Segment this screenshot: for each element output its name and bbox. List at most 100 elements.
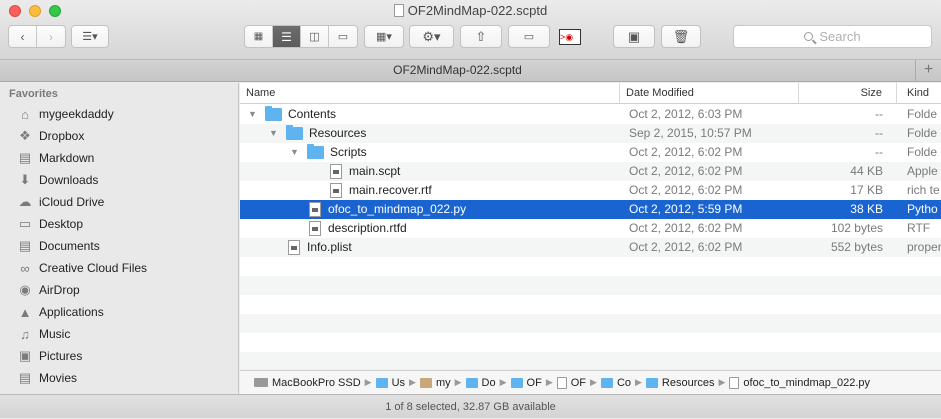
sidebar-item[interactable]: ⌂ mygeekdaddy	[0, 103, 238, 125]
sidebar-item[interactable]: ▲ Applications	[0, 301, 238, 323]
documents-icon: ▤	[18, 238, 32, 253]
sidebar-item[interactable]: ▣ Pictures	[0, 345, 238, 367]
path-item[interactable]: Co	[600, 377, 631, 389]
chevron-right-icon: ▶	[499, 377, 507, 387]
chevron-right-icon: ›	[49, 29, 53, 44]
columns-icon: ◫	[309, 31, 320, 43]
arrange-button[interactable]: ▦▾	[364, 25, 404, 48]
file-name: ofoc_to_mindmap_022.py	[328, 202, 467, 216]
file-row[interactable]: ▼ Scripts Oct 2, 2012, 6:02 PM -- Folde	[240, 143, 941, 162]
new-tab-button[interactable]: +	[915, 60, 941, 81]
disclosure-triangle-icon[interactable]: ▼	[248, 105, 257, 124]
folder-icon	[286, 125, 303, 140]
file-row[interactable]: description.rtfd Oct 2, 2012, 6:02 PM 102 …	[240, 219, 941, 238]
file-name-cell: Info.plist	[269, 238, 352, 257]
file-row[interactable]: main.scpt Oct 2, 2012, 6:02 PM 44 KB Apple	[240, 162, 941, 181]
file-kind: Folde	[907, 126, 938, 140]
cover-flow-button[interactable]: ▭	[329, 26, 357, 47]
column-kind-header[interactable]: Kind	[897, 83, 941, 104]
disclosure-triangle-icon[interactable]: ▼	[269, 124, 278, 143]
sidebar-item[interactable]: ▤ Documents	[0, 235, 238, 257]
gear-icon: ⚙▾	[422, 28, 441, 44]
empty-row	[240, 314, 941, 333]
terminal-button[interactable]: >◉	[556, 25, 584, 48]
file-date: Oct 2, 2012, 6:02 PM	[629, 145, 743, 159]
file-row[interactable]: main.recover.rtf Oct 2, 2012, 6:02 PM 17 K…	[240, 181, 941, 200]
sidebar-item-label: Pictures	[39, 349, 83, 363]
sidebar-item-label: Dropbox	[39, 129, 85, 143]
path-item[interactable]: OF	[556, 376, 587, 389]
sidebar-item-label: Markdown	[39, 151, 95, 165]
new-folder-button[interactable]: ▣	[613, 25, 655, 48]
path-item[interactable]: my	[419, 377, 451, 389]
forward-button[interactable]: ›	[37, 26, 65, 47]
path-item[interactable]: Do	[465, 377, 496, 389]
home-icon: ⌂	[21, 106, 29, 122]
chevron-right-icon: ▶	[409, 377, 416, 387]
file-name: Contents	[288, 107, 337, 121]
file-name: Resources	[309, 126, 367, 140]
airdrop-icon: ◉	[19, 282, 31, 297]
path-item-label: ofoc_to_mindmap_022.py	[743, 376, 871, 389]
new-folder-icon: ▣	[627, 28, 641, 44]
path-item-label: OF	[570, 376, 587, 389]
file-icon	[330, 164, 342, 179]
creative-cloud-icon: ∞	[20, 260, 30, 276]
file-size: 102 bytes	[830, 221, 883, 235]
back-forward-control: ‹ ›	[8, 25, 66, 48]
sidebar-menu-button[interactable]: ☰▾	[71, 25, 109, 48]
icon-view-button[interactable]: ▦	[245, 26, 273, 47]
column-date-header[interactable]: Date Modified	[620, 83, 799, 104]
finder-window: OF2MindMap-022.scptd ‹ › ☰▾ ▦ ☰ ◫ ▭ ▦▾ ⚙…	[0, 0, 941, 418]
trash-icon: 🗑	[672, 28, 690, 44]
home-icon	[419, 377, 432, 388]
action-button[interactable]: ⚙▾	[409, 25, 454, 48]
sidebar-item[interactable]: ◉ AirDrop	[0, 279, 238, 301]
sidebar-item[interactable]: ▭ Desktop	[0, 213, 238, 235]
folder-icon: ▤	[18, 150, 32, 165]
column-view-button[interactable]: ◫	[301, 26, 329, 47]
path-item[interactable]: Resources	[645, 377, 715, 389]
disclosure-triangle-icon[interactable]: ▼	[290, 143, 299, 162]
chevron-right-icon: ▶	[364, 377, 372, 387]
cover-flow-icon: ▭	[337, 31, 349, 43]
file-row[interactable]: ofoc_to_mindmap_022.py Oct 2, 2012, 5:59 …	[240, 200, 941, 219]
file-kind: Pytho	[907, 202, 938, 216]
empty-row	[240, 352, 941, 369]
back-button[interactable]: ‹	[9, 26, 37, 47]
path-item[interactable]: OF	[510, 377, 542, 389]
search-icon	[804, 32, 814, 41]
sidebar-item[interactable]: ❖ Dropbox	[0, 125, 238, 147]
share-button[interactable]: ⇧	[460, 25, 502, 48]
path-item[interactable]: MacBookPro SSD	[254, 377, 361, 389]
sidebar-item[interactable]: ▤ Movies	[0, 367, 238, 389]
sidebar-item[interactable]: ∞ Creative Cloud Files	[0, 257, 238, 279]
title-toolbar: OF2MindMap-022.scptd ‹ › ☰▾ ▦ ☰ ◫ ▭ ▦▾ ⚙…	[0, 0, 941, 60]
desktop-icon: ▭	[18, 216, 32, 231]
sidebar-item[interactable]: ⬇ Downloads	[0, 169, 238, 191]
sidebar-item-label: Desktop	[39, 217, 84, 231]
downloads-icon: ⬇	[19, 172, 31, 187]
edit-tags-button[interactable]: ▭	[508, 25, 550, 48]
path-item[interactable]: Us	[375, 376, 406, 389]
path-item[interactable]: ofoc_to_mindmap_022.py	[729, 376, 871, 389]
file-name: main.recover.rtf	[349, 183, 432, 197]
sidebar-item[interactable]: ♫ Music	[0, 323, 238, 345]
file-row[interactable]: ▼ Contents Oct 2, 2012, 6:03 PM -- Folde	[240, 105, 941, 124]
path-item-label: Us	[391, 376, 406, 389]
file-icon	[309, 202, 321, 217]
trash-button[interactable]: 🗑	[661, 25, 701, 48]
folder-icon	[510, 377, 523, 388]
search-field[interactable]: Search	[733, 25, 932, 48]
file-row[interactable]: Info.plist Oct 2, 2012, 6:02 PM 552 bytes p…	[240, 238, 941, 257]
file-icon	[729, 376, 740, 389]
column-header: Name Date Modified Size Kind	[240, 83, 941, 104]
sidebar-item[interactable]: ☁ iCloud Drive	[0, 191, 238, 213]
tab-current[interactable]: OF2MindMap-022.scptd	[0, 60, 915, 81]
file-size: 17 KB	[850, 183, 883, 197]
column-name-header[interactable]: Name	[240, 83, 620, 104]
file-row[interactable]: ▼ Resources Sep 2, 2015, 10:57 PM -- Folde	[240, 124, 941, 143]
sidebar-item[interactable]: ▤ Markdown	[0, 147, 238, 169]
list-view-button[interactable]: ☰	[273, 26, 301, 47]
column-size-header[interactable]: Size	[799, 83, 897, 104]
